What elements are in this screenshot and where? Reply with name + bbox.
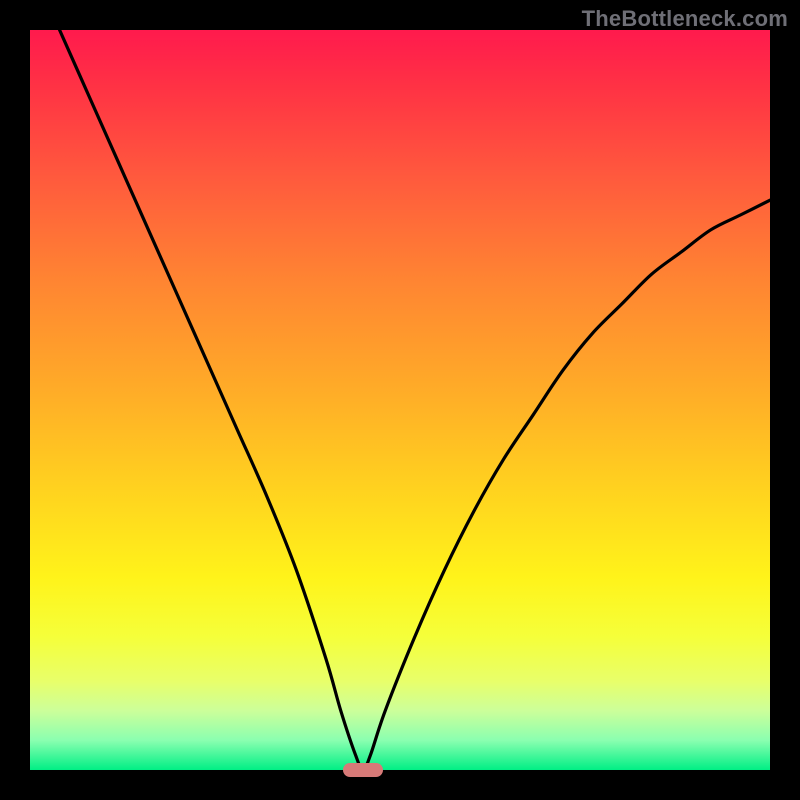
watermark-text: TheBottleneck.com — [582, 6, 788, 32]
bottleneck-curve — [30, 30, 770, 770]
chart-frame: TheBottleneck.com — [0, 0, 800, 800]
plot-area — [30, 30, 770, 770]
optimum-marker — [343, 763, 383, 777]
